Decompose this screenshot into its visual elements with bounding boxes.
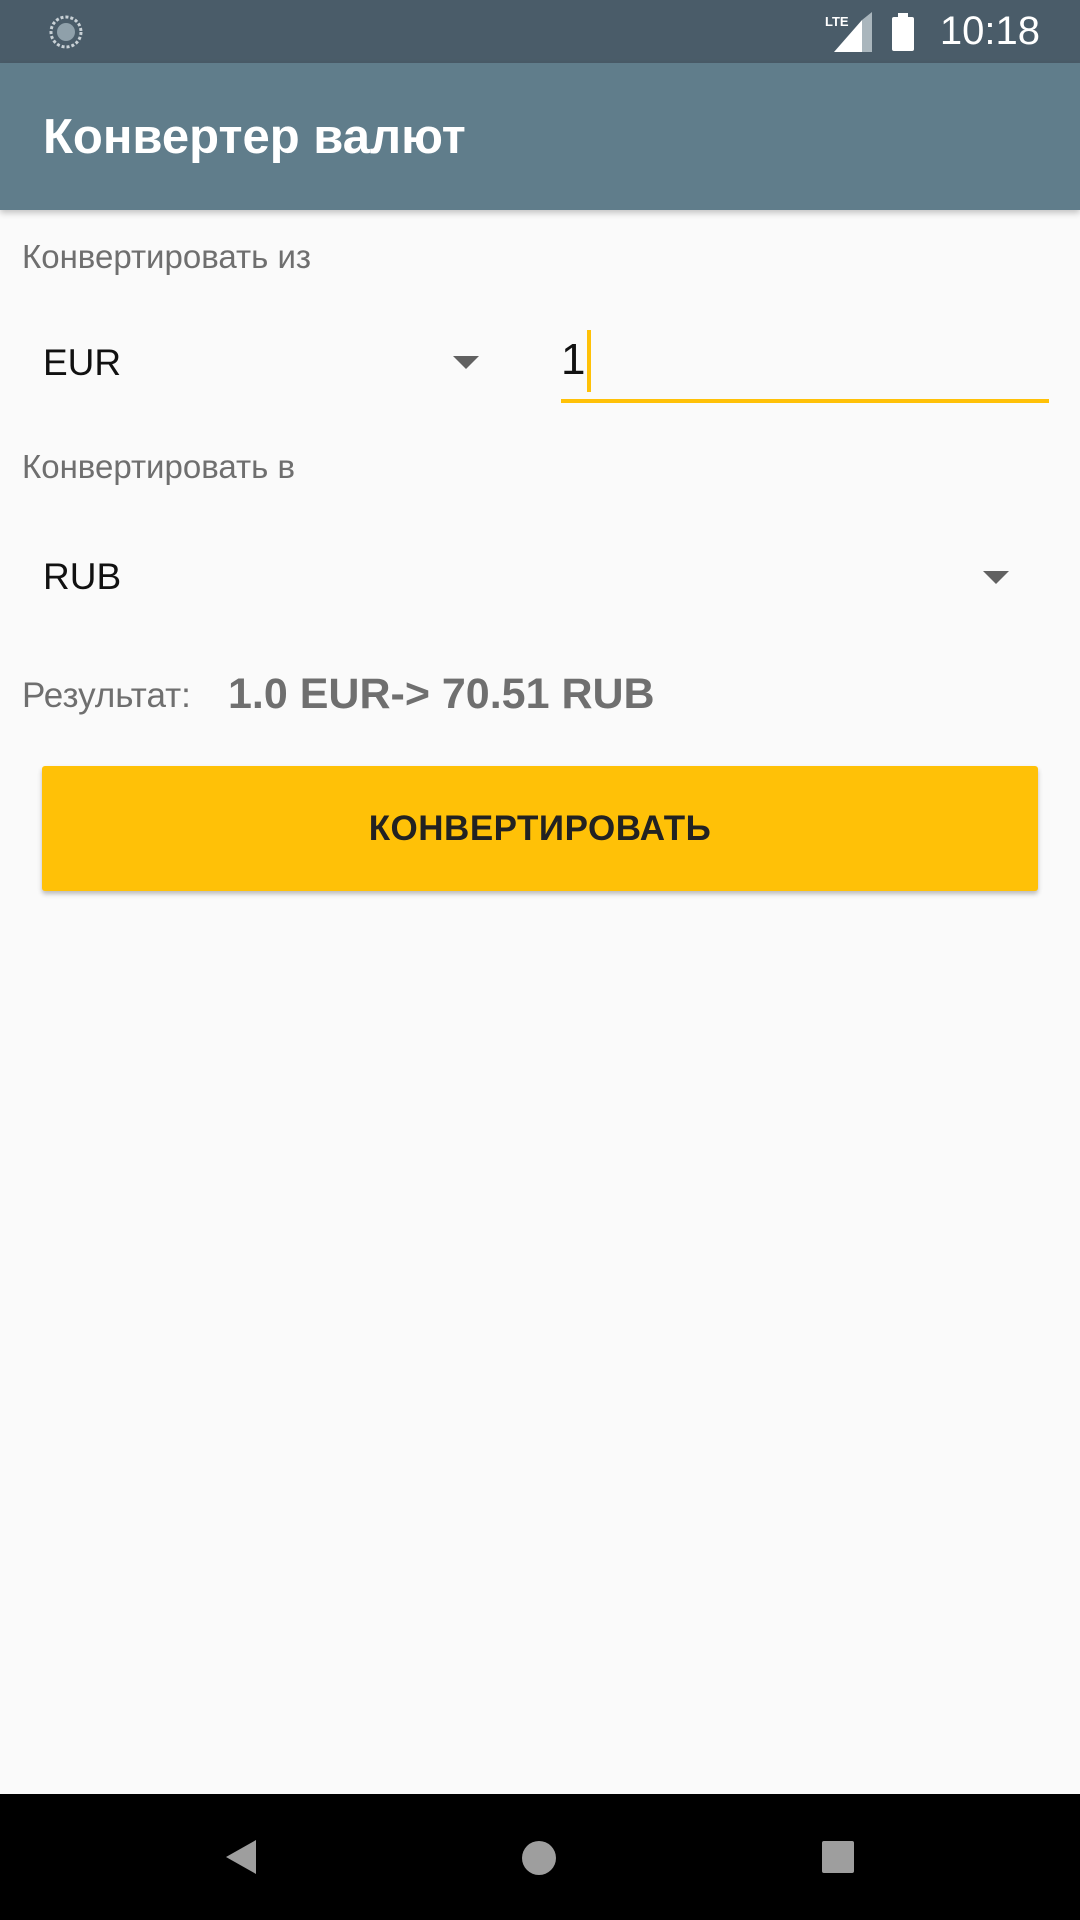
to-label: Конвертировать в <box>22 448 295 485</box>
sync-icon <box>49 15 83 49</box>
chevron-down-icon <box>453 356 479 369</box>
amount-value: 1 <box>561 335 586 384</box>
battery-icon <box>891 12 914 51</box>
from-currency-value: EUR <box>43 342 122 383</box>
convert-button[interactable]: КОНВЕРТИРОВАТЬ <box>42 766 1038 891</box>
result-value: 1.0 EUR-> 70.51 RUB <box>228 670 655 718</box>
home-icon[interactable] <box>521 1840 557 1876</box>
status-bar: LTE 10:18 <box>0 0 1080 63</box>
amount-input[interactable]: 1 <box>561 325 1049 403</box>
back-icon[interactable] <box>224 1838 258 1876</box>
lte-signal-icon: LTE <box>825 11 872 52</box>
from-label: Конвертировать из <box>22 238 312 275</box>
app-bar: Конвертер валют <box>0 63 1080 210</box>
input-underline <box>561 399 1049 403</box>
navigation-bar <box>0 1794 1080 1920</box>
to-currency-value: RUB <box>43 556 122 597</box>
chevron-down-icon <box>983 571 1009 584</box>
app-title: Конвертер валют <box>43 110 466 164</box>
text-cursor <box>587 330 591 392</box>
network-label: LTE <box>825 14 849 29</box>
result-label: Результат: <box>22 676 191 715</box>
recents-icon[interactable] <box>822 1841 854 1873</box>
to-currency-spinner[interactable] <box>22 536 1042 626</box>
status-time: 10:18 <box>939 9 1040 53</box>
